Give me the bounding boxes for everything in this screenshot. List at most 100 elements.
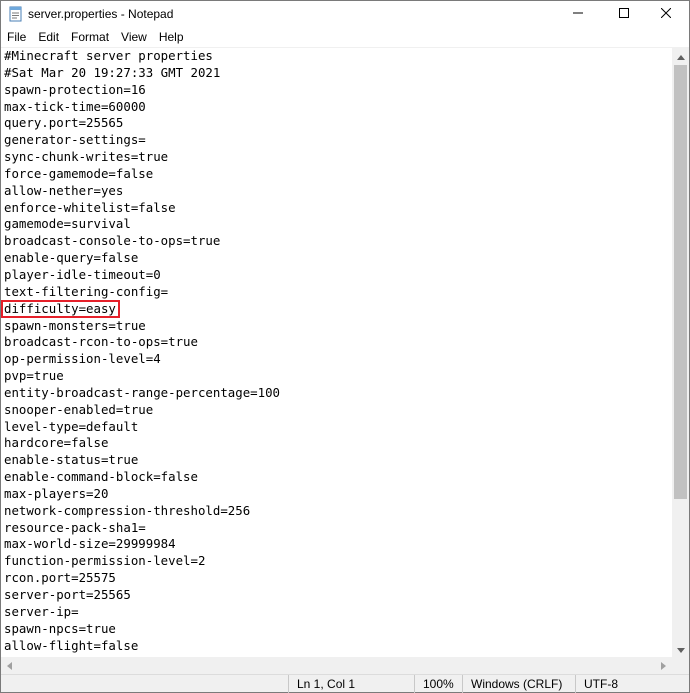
text-line[interactable]: rcon.port=25575: [4, 570, 280, 587]
menu-bar: File Edit Format View Help: [1, 27, 689, 47]
text-line[interactable]: sync-chunk-writes=true: [4, 149, 280, 166]
menu-format[interactable]: Format: [65, 27, 115, 47]
close-icon: [660, 7, 672, 21]
minimize-button[interactable]: [555, 1, 601, 27]
text-line[interactable]: level-type=default: [4, 419, 280, 436]
line-text: level-type=default: [4, 418, 139, 434]
line-text: hardcore=false: [4, 435, 109, 451]
highlight-box: [1, 299, 120, 318]
chevron-down-icon: [676, 642, 685, 656]
text-line[interactable]: spawn-npcs=true: [4, 621, 280, 638]
vertical-scrollbar[interactable]: [672, 47, 689, 657]
line-text: enable-query=false: [4, 250, 139, 266]
text-line[interactable]: gamemode=survival: [4, 216, 280, 233]
line-text: snooper-enabled=true: [4, 401, 154, 417]
line-text: broadcast-console-to-ops=true: [4, 233, 221, 249]
line-text: max-players=20: [4, 485, 109, 501]
menu-edit[interactable]: Edit: [32, 27, 65, 47]
text-line[interactable]: player-idle-timeout=0: [4, 267, 280, 284]
line-text: enforce-whitelist=false: [4, 199, 176, 215]
menu-view[interactable]: View: [115, 27, 153, 47]
horizontal-scrollbar[interactable]: [1, 657, 672, 674]
text-line[interactable]: enable-query=false: [4, 250, 280, 267]
text-line[interactable]: function-permission-level=2: [4, 553, 280, 570]
line-text: player-idle-timeout=0: [4, 266, 161, 282]
line-text: function-permission-level=2: [4, 553, 206, 569]
line-text: op-permission-level=4: [4, 351, 161, 367]
line-text: broadcast-rcon-to-ops=true: [4, 334, 198, 350]
minimize-icon: [573, 7, 583, 21]
text-line[interactable]: network-compression-threshold=256: [4, 503, 280, 520]
text-line[interactable]: op-permission-level=4: [4, 351, 280, 368]
text-line[interactable]: pvp=true: [4, 368, 280, 385]
maximize-button[interactable]: [601, 1, 647, 27]
notepad-icon: [8, 6, 24, 22]
line-text: sync-chunk-writes=true: [4, 149, 169, 165]
line-ending: Windows (CRLF): [462, 675, 575, 693]
line-text: allow-flight=false: [4, 637, 139, 653]
chevron-up-icon: [676, 49, 685, 63]
line-text: gamemode=survival: [4, 216, 131, 232]
text-line[interactable]: enable-status=true: [4, 452, 280, 469]
text-editor[interactable]: #Minecraft server properties #Sat Mar 20 …: [1, 47, 672, 657]
status-bar: Ln 1, Col 1 100% Windows (CRLF) UTF-8: [1, 674, 689, 693]
scrollbar-corner: [672, 657, 689, 674]
text-line[interactable]: query.port=25565: [4, 115, 280, 132]
text-line[interactable]: force-gamemode=false: [4, 166, 280, 183]
menu-help[interactable]: Help: [153, 27, 190, 47]
cursor-position: Ln 1, Col 1: [288, 675, 414, 693]
zoom-level: 100%: [414, 675, 462, 693]
text-line[interactable]: #Sat Mar 20 19:27:33 GMT 2021: [4, 65, 280, 82]
scroll-down-button[interactable]: [672, 640, 689, 657]
text-line[interactable]: enable-command-block=false: [4, 469, 280, 486]
scroll-up-button[interactable]: [672, 47, 689, 64]
close-button[interactable]: [643, 1, 689, 27]
text-line[interactable]: text-filtering-config=: [4, 284, 280, 301]
line-text: resource-pack-sha1=: [4, 519, 146, 535]
line-text: #Sat Mar 20 19:27:33 GMT 2021: [4, 64, 221, 80]
text-line[interactable]: broadcast-console-to-ops=true: [4, 233, 280, 250]
text-line[interactable]: allow-flight=false: [4, 638, 280, 655]
encoding: UTF-8: [575, 675, 689, 693]
text-line[interactable]: spawn-protection=16: [4, 82, 280, 99]
text-line[interactable]: hardcore=false: [4, 435, 280, 452]
menu-file[interactable]: File: [1, 27, 32, 47]
vertical-scroll-thumb[interactable]: [674, 65, 687, 499]
line-text: allow-nether=yes: [4, 182, 124, 198]
highlighted-line[interactable]: difficulty=easy: [1, 299, 280, 318]
text-line[interactable]: entity-broadcast-range-percentage=100: [4, 385, 280, 402]
text-line[interactable]: max-tick-time=60000: [4, 99, 280, 116]
line-text: generator-settings=: [4, 132, 146, 148]
text-line[interactable]: server-ip=: [4, 604, 280, 621]
text-line[interactable]: generator-settings=: [4, 132, 280, 149]
text-line[interactable]: allow-nether=yes: [4, 183, 280, 200]
text-line[interactable]: snooper-enabled=true: [4, 402, 280, 419]
text-line[interactable]: spawn-monsters=true: [4, 318, 280, 335]
line-text: text-filtering-config=: [4, 283, 169, 299]
text-line[interactable]: server-port=25565: [4, 587, 280, 604]
line-text: spawn-protection=16: [4, 81, 146, 97]
line-text: spawn-monsters=true: [4, 317, 146, 333]
text-line[interactable]: enforce-whitelist=false: [4, 200, 280, 217]
scroll-left-button[interactable]: [1, 657, 18, 674]
notepad-window: server.properties - Notepad File Edit Fo…: [0, 0, 690, 693]
line-text: server-ip=: [4, 603, 79, 619]
scroll-right-button[interactable]: [655, 657, 672, 674]
line-text: force-gamemode=false: [4, 165, 154, 181]
title-bar[interactable]: server.properties - Notepad: [1, 1, 689, 27]
line-text: enable-status=true: [4, 452, 139, 468]
line-text: server-port=25565: [4, 587, 131, 602]
line-text: #Minecraft server properties: [4, 48, 213, 63]
text-line[interactable]: resource-pack-sha1=: [4, 520, 280, 537]
line-text: network-compression-threshold=256: [4, 502, 251, 518]
line-text: pvp=true: [4, 368, 64, 384]
text-line[interactable]: broadcast-rcon-to-ops=true: [4, 334, 280, 351]
maximize-icon: [619, 7, 629, 21]
line-text: enable-command-block=false: [4, 469, 198, 485]
line-text: spawn-npcs=true: [4, 620, 116, 636]
line-text: max-world-size=29999984: [4, 536, 176, 552]
text-line[interactable]: max-players=20: [4, 486, 280, 503]
editor-text[interactable]: #Minecraft server properties #Sat Mar 20 …: [1, 48, 280, 655]
text-line[interactable]: #Minecraft server properties: [4, 48, 280, 65]
text-line[interactable]: max-world-size=29999984: [4, 536, 280, 553]
